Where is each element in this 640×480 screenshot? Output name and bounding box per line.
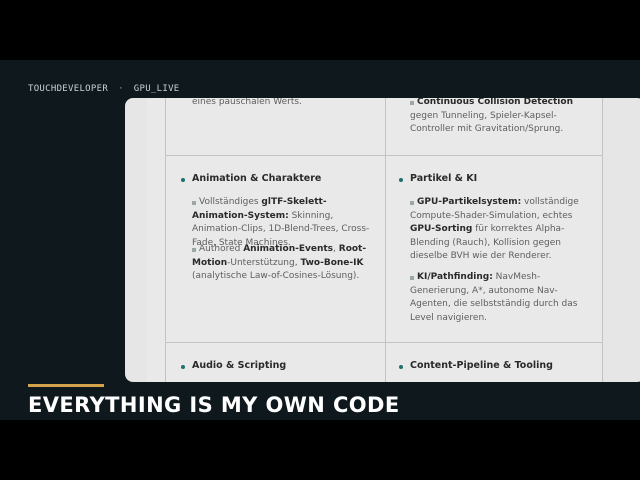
list-item: Vollständiges glTF-Skelett-Animation-Sys… bbox=[192, 196, 374, 250]
video-frame: TOUCHDEVELOPER · GPU_LIVE eines pauschalen… bbox=[0, 60, 640, 420]
channel-header: TOUCHDEVELOPER · GPU_LIVE bbox=[28, 84, 180, 94]
term: KI/Pathfinding: bbox=[417, 272, 493, 282]
term: Continuous Collision Detection bbox=[417, 98, 573, 107]
term: GPU-Sorting bbox=[410, 224, 473, 234]
section-heading: Animation & Charaktere bbox=[192, 173, 322, 184]
section-bullet bbox=[181, 178, 185, 182]
list-item: Authored Animation-Events, Root-Motion-U… bbox=[192, 243, 374, 284]
grid-line bbox=[385, 98, 386, 382]
section-heading: Content-Pipeline & Tooling bbox=[410, 360, 553, 371]
term: Two-Bone-IK bbox=[300, 257, 364, 268]
list-item: GPU-Partikelsystem: vollständige Compute… bbox=[410, 196, 592, 264]
stream-tag: GPU_LIVE bbox=[133, 84, 180, 94]
cell-text: Continuous Collision Detection gegen Tun… bbox=[410, 98, 590, 137]
list-item: KI/Pathfinding: NavMesh-Generierung, A*,… bbox=[410, 271, 592, 325]
text: -Unterstützung, bbox=[227, 257, 301, 268]
section-heading: Partikel & KI bbox=[410, 173, 478, 184]
section-bullet bbox=[399, 365, 403, 369]
section-bullet bbox=[399, 178, 403, 182]
text: Vollständiges bbox=[199, 197, 262, 207]
grid-line bbox=[165, 342, 603, 343]
term: Animation-Events bbox=[243, 244, 334, 254]
header-separator: · bbox=[118, 84, 124, 94]
term: GPU-Partikelsystem: bbox=[417, 197, 522, 207]
grid-line bbox=[165, 98, 166, 382]
grid-line bbox=[602, 98, 603, 382]
feature-grid: eines pauschalen Werts. Continuous Colli… bbox=[147, 98, 603, 382]
text: (analytische Law-of-Cosines-Lösung). bbox=[192, 271, 360, 281]
section-heading: Audio & Scripting bbox=[192, 360, 287, 371]
feature-panel: eines pauschalen Werts. Continuous Colli… bbox=[125, 98, 640, 382]
grid-line bbox=[165, 155, 603, 156]
text: Authored bbox=[199, 244, 244, 254]
section-bullet bbox=[181, 365, 185, 369]
caption-title: EVERYTHING IS MY OWN CODE bbox=[28, 393, 400, 417]
accent-bar bbox=[28, 384, 104, 387]
cell-text: eines pauschalen Werts. bbox=[192, 98, 302, 107]
channel-name: TOUCHDEVELOPER bbox=[28, 84, 109, 94]
cell-text-rest: gegen Tunneling, Spieler-Kapsel-Controll… bbox=[410, 110, 564, 135]
